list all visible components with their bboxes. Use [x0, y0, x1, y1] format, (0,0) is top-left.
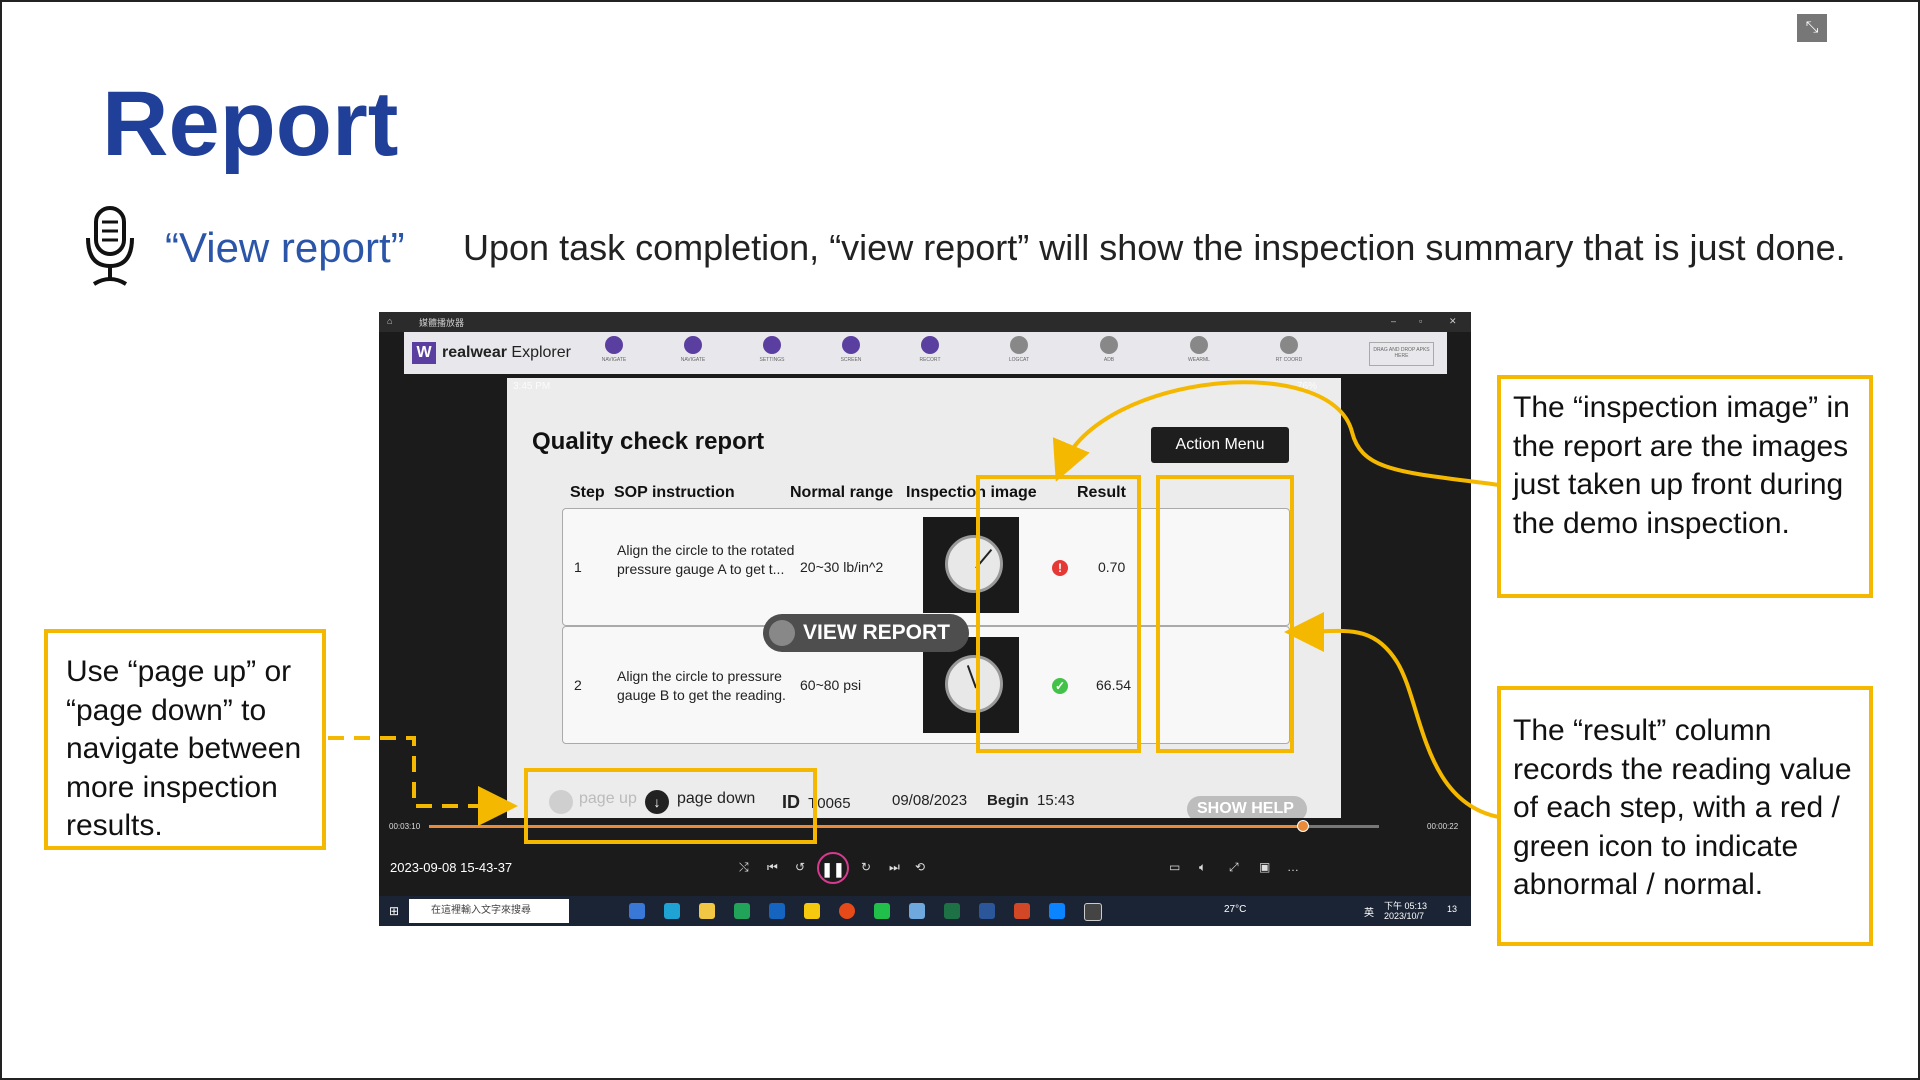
- arrow-to-result: [1284, 611, 1500, 819]
- arrow-to-image: [1052, 380, 1500, 487]
- arrow-to-page-nav: [328, 736, 518, 826]
- connector-arrows: [328, 380, 1500, 826]
- slide: ⤡ Report “View report” Upon task complet…: [0, 0, 1920, 1080]
